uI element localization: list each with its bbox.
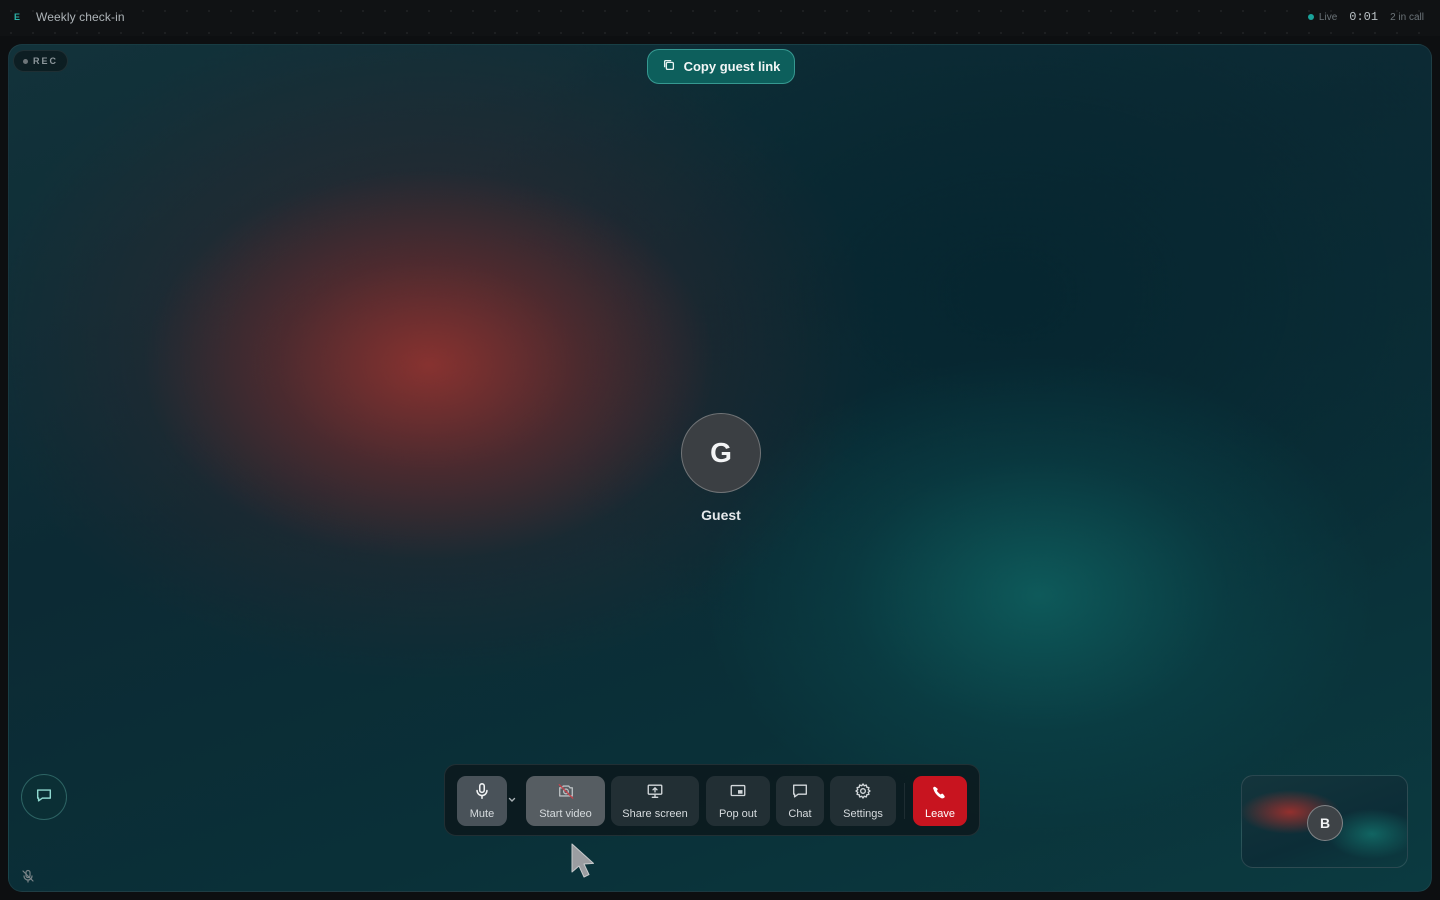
pop-out-button[interactable]: Pop out xyxy=(706,776,770,826)
control-divider xyxy=(904,783,905,819)
live-label: Live xyxy=(1318,11,1338,23)
share-screen-icon xyxy=(646,782,664,805)
self-avatar: B xyxy=(1307,805,1343,841)
settings-button[interactable]: Settings xyxy=(830,776,896,826)
meeting-title: Weekly check-in xyxy=(36,10,125,24)
share-screen-label: Share screen xyxy=(622,808,688,820)
camera-off-icon xyxy=(557,782,575,805)
settings-label: Settings xyxy=(843,808,883,820)
participant-count: 2 in call xyxy=(1390,11,1424,23)
chat-fab-button[interactable] xyxy=(21,774,67,820)
chevron-down-icon[interactable] xyxy=(507,793,517,805)
pop-out-label: Pop out xyxy=(719,808,757,820)
call-status: Live 0:01 2 in call xyxy=(1307,10,1424,24)
rec-label: REC xyxy=(33,56,59,66)
leave-label: Leave xyxy=(925,808,955,820)
self-initial: B xyxy=(1319,815,1331,831)
mic-icon xyxy=(473,782,491,805)
share-screen-button[interactable]: Share screen xyxy=(611,776,699,826)
mute-label: Mute xyxy=(469,808,495,820)
app-logo: E xyxy=(14,12,21,22)
phone-hangup-icon xyxy=(931,782,949,805)
start-video-button[interactable]: Start video xyxy=(526,776,605,826)
chat-bubble-icon xyxy=(35,786,53,809)
copy-guest-link-label: Copy guest link xyxy=(683,59,781,74)
copy-guest-link-button[interactable]: Copy guest link xyxy=(647,49,795,84)
live-indicator: Live xyxy=(1307,11,1338,23)
leave-button[interactable]: Leave xyxy=(913,776,967,826)
call-controls: Mute Start video Share screen Pop out Ch… xyxy=(444,764,980,836)
start-video-label: Start video xyxy=(539,808,592,820)
popout-icon xyxy=(729,782,747,805)
rec-badge: REC xyxy=(13,50,69,72)
live-dot-icon xyxy=(1307,14,1314,20)
chat-icon xyxy=(791,782,809,805)
mic-muted-icon xyxy=(21,869,35,883)
copy-icon xyxy=(662,58,676,75)
participant-name: Guest xyxy=(701,507,741,523)
self-view-tile[interactable]: B xyxy=(1241,775,1408,868)
participant-avatar: G xyxy=(681,413,761,493)
rec-dot-icon xyxy=(23,58,28,64)
call-timer: 0:01 xyxy=(1349,10,1379,24)
top-bar: E Weekly check-in Live 0:01 2 in call xyxy=(0,0,1440,36)
participant-initial: G xyxy=(710,437,732,468)
chat-label: Chat xyxy=(788,808,812,820)
gear-icon xyxy=(854,782,872,805)
mute-button[interactable]: Mute xyxy=(457,776,507,826)
chat-button[interactable]: Chat xyxy=(776,776,824,826)
